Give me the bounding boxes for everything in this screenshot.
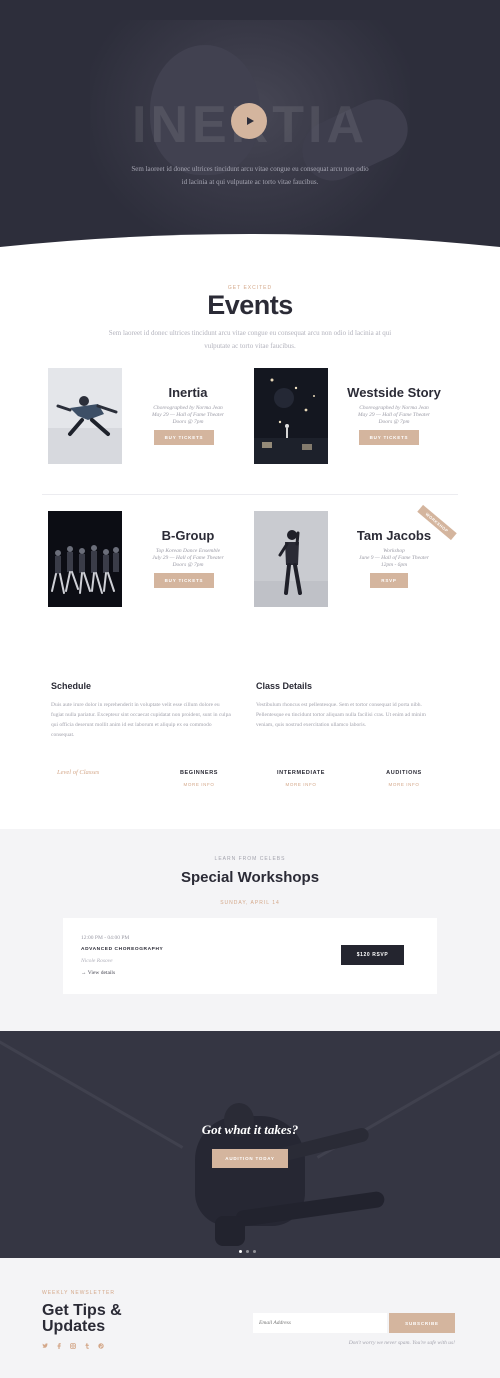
levels-label: Level of Classes bbox=[57, 769, 100, 776]
workshops-title: Special Workshops bbox=[180, 869, 320, 886]
event-meta-line: May 29 — Hall of Fame Theater bbox=[357, 412, 431, 418]
event-image-tam-jacobs[interactable] bbox=[254, 511, 328, 607]
newsletter-eyebrow: WEEKLY NEWSLETTER bbox=[42, 1290, 115, 1296]
workshop-time: 12:00 PM - 04:00 PM bbox=[81, 935, 130, 941]
event-name: Inertia bbox=[168, 385, 208, 400]
cta-dancer-leg bbox=[215, 1216, 245, 1246]
more-info-link[interactable]: MORE INFO bbox=[364, 782, 444, 787]
twitter-icon[interactable] bbox=[42, 1343, 48, 1351]
event-card-tam-jacobs: Tam Jacobs Workshop June 9 — Hall of Fam… bbox=[254, 511, 454, 611]
event-meta-line: Top Korean Dance Ensemble bbox=[155, 548, 221, 554]
hero-description: Sem laoreet id donec ultrices tincidunt … bbox=[131, 165, 369, 186]
workshop-name: ADVANCED CHOREOGRAPHY bbox=[81, 947, 164, 952]
slider-dot[interactable] bbox=[246, 1250, 249, 1253]
level-intermediate: INTERMEDIATE MORE INFO bbox=[261, 770, 341, 787]
workshop-card: 12:00 PM - 04:00 PM ADVANCED CHOREOGRAPH… bbox=[63, 918, 437, 994]
pinterest-icon[interactable] bbox=[98, 1343, 104, 1351]
event-meta-line: Doors @ 7pm bbox=[378, 419, 410, 425]
event-name: B-Group bbox=[161, 528, 215, 543]
event-meta-line: May 29 — Hall of Fame Theater bbox=[151, 412, 225, 418]
class-details-title: Class Details bbox=[256, 681, 313, 691]
subscribe-button[interactable]: SUBSCRIBE bbox=[389, 1313, 455, 1333]
event-card-inertia: Inertia Choreographed by Norma Jean May … bbox=[48, 368, 248, 468]
schedule-body: Duis aute irure dolor in reprehenderit i… bbox=[51, 702, 231, 738]
event-meta-line: June 9 — Hall of Fame Theater bbox=[359, 555, 429, 561]
event-meta-line: 12pm - 6pm bbox=[380, 562, 408, 568]
event-name: Westside Story bbox=[347, 385, 441, 400]
workshop-teacher: Nicole Rosove bbox=[81, 958, 113, 964]
play-icon bbox=[246, 117, 254, 125]
newsletter-note: Don't worry we never spam. You're safe w… bbox=[348, 1340, 455, 1346]
event-card-westside-story: Westside Story Choreographed by Norma Je… bbox=[254, 368, 454, 468]
event-meta: Choreographed by Norma Jean May 29 — Hal… bbox=[128, 405, 248, 426]
events-divider bbox=[42, 494, 458, 495]
audition-today-button[interactable]: AUDITION TODAY bbox=[212, 1149, 288, 1168]
event-meta-line: July 29 — Hall of Fame Theater bbox=[152, 555, 224, 561]
level-name: AUDITIONS bbox=[386, 770, 422, 776]
tumblr-icon[interactable] bbox=[84, 1343, 90, 1351]
hero-wave-divider bbox=[0, 234, 500, 250]
play-video-button[interactable] bbox=[231, 103, 267, 139]
buy-tickets-button[interactable]: BUY TICKETS bbox=[359, 430, 419, 445]
event-name: Tam Jacobs bbox=[356, 528, 432, 543]
workshop-rsvp-button[interactable]: $120 RSVP bbox=[341, 945, 404, 965]
rsvp-button[interactable]: RSVP bbox=[370, 573, 408, 588]
slider-dot[interactable] bbox=[253, 1250, 256, 1253]
newsletter-title: Get Tips & Updates bbox=[42, 1302, 122, 1335]
event-meta-line: Doors @ 7pm bbox=[172, 419, 204, 425]
schedule-title: Schedule bbox=[51, 681, 92, 691]
level-auditions: AUDITIONS MORE INFO bbox=[364, 770, 444, 787]
slider-dots bbox=[239, 1250, 256, 1253]
event-meta-line: Doors @ 7pm bbox=[172, 562, 204, 568]
event-meta: Top Korean Dance Ensemble July 29 — Hall… bbox=[128, 548, 248, 569]
event-meta: Choreographed by Norma Jean May 29 — Hal… bbox=[334, 405, 454, 426]
cta-title: Got what it takes? bbox=[201, 1122, 299, 1137]
more-info-link[interactable]: MORE INFO bbox=[261, 782, 341, 787]
event-card-b-group: B-Group Top Korean Dance Ensemble July 2… bbox=[48, 511, 248, 611]
buy-tickets-button[interactable]: BUY TICKETS bbox=[154, 430, 214, 445]
newsletter-email-input[interactable] bbox=[253, 1313, 387, 1333]
buy-tickets-button[interactable]: BUY TICKETS bbox=[154, 573, 214, 588]
event-meta-line: Workshop bbox=[383, 548, 405, 554]
level-name: BEGINNERS bbox=[179, 770, 219, 776]
workshops-eyebrow: LEARN FROM CELEBS bbox=[214, 856, 286, 862]
event-image-westside-story[interactable] bbox=[254, 368, 328, 464]
slider-dot[interactable] bbox=[239, 1250, 242, 1253]
cta-section: Got what it takes? AUDITION TODAY bbox=[0, 1031, 500, 1258]
instagram-icon[interactable] bbox=[70, 1343, 76, 1351]
event-image-inertia[interactable] bbox=[48, 368, 122, 464]
event-meta: Workshop June 9 — Hall of Fame Theater 1… bbox=[334, 548, 454, 569]
hero-section: INERTIA Sem laoreet id donec ultrices ti… bbox=[0, 0, 500, 250]
event-image-b-group[interactable] bbox=[48, 511, 122, 607]
event-meta-line: Choreographed by Norma Jean bbox=[359, 405, 429, 411]
level-name: INTERMEDIATE bbox=[276, 770, 326, 776]
events-description: Sem laoreet id donec ultrices tincidunt … bbox=[108, 329, 392, 350]
class-details-body: Vestibulum rhoncus est pellentesque. Sem… bbox=[256, 702, 426, 728]
social-links bbox=[42, 1343, 104, 1351]
level-beginners: BEGINNERS MORE INFO bbox=[159, 770, 239, 787]
view-details-link[interactable]: → View details bbox=[81, 970, 115, 976]
facebook-icon[interactable] bbox=[56, 1343, 62, 1351]
more-info-link[interactable]: MORE INFO bbox=[159, 782, 239, 787]
event-meta-line: Choreographed by Norma Jean bbox=[153, 405, 223, 411]
events-title: Events bbox=[207, 290, 293, 320]
workshops-date: SUNDAY, APRIL 14 bbox=[220, 900, 280, 906]
